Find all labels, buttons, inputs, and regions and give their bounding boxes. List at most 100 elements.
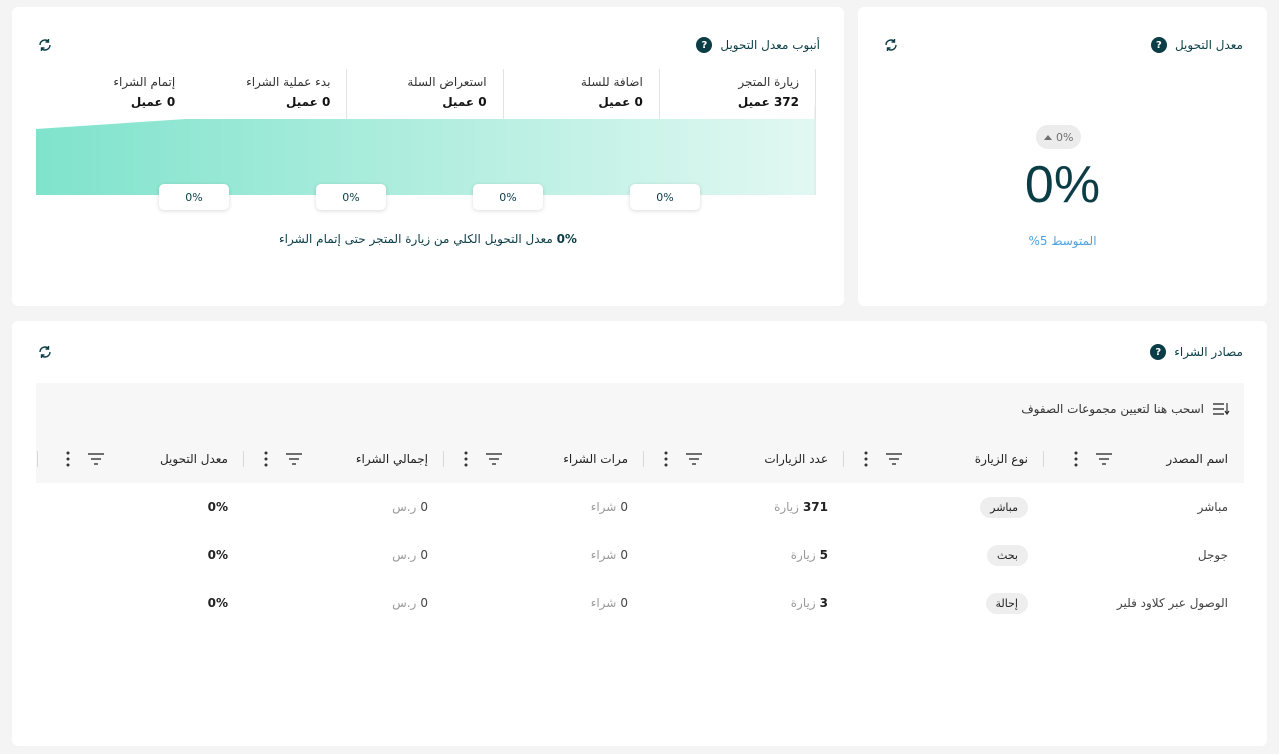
purchases-value: 0 [620,500,628,514]
stage-value: 0 عميل [130,95,176,109]
visit-type-chip: إحالة [985,592,1028,614]
column-divider[interactable] [37,451,38,467]
filter-icon[interactable] [286,452,302,466]
rate-value: 0% [207,596,228,610]
funnel-stage: إتمام الشراء 0 عميل [36,69,191,119]
stage-value: 0 عميل [598,95,643,109]
filter-icon[interactable] [686,452,702,466]
rate-value: 0% [207,500,228,514]
type-cell: مباشر [980,483,1028,531]
column-menu-icon[interactable] [1074,451,1078,467]
delta-badge: 0% [1036,125,1082,149]
help-icon[interactable]: ? [1150,37,1167,53]
filter-icon[interactable] [1096,452,1112,466]
funnel-shape [36,113,816,195]
total-value: 0 [420,596,428,610]
sources-table: اسحب هنا لتعيين مجموعات الصفوف اسم المصد… [36,383,1244,627]
total-cell: 0 ر.س [392,531,428,579]
delta-value: 0% [1056,130,1074,144]
stage-value: 0 عميل [442,95,487,109]
column-menu-icon[interactable] [264,451,268,467]
stage-value: 0 عميل [286,95,331,109]
card-title-label: معدل التحويل [1174,38,1243,52]
row-group-dropzone[interactable]: اسحب هنا لتعيين مجموعات الصفوف [36,383,1244,435]
funnel-title: أنبوب معدل التحويل ? [696,37,820,53]
funnel-card: أنبوب معدل التحويل ? إتمام الشراء 0 عميل… [12,7,844,306]
total-cell: 0 ر.س [392,579,428,627]
purchases-value: 0 [620,596,628,610]
refresh-icon[interactable] [36,36,54,54]
table-row[interactable]: جوجل بحث 5 زيارة 0 شراء 0 ر.س 0% [36,531,1244,579]
column-header-purchases[interactable]: مرات الشراء [444,435,644,483]
type-cell: إحالة [985,579,1028,627]
funnel-chart [36,107,816,195]
column-label: معدل التحويل [159,452,228,466]
conversion-rate-title: معدل التحويل ? [1150,37,1243,53]
total-value: 0 [420,548,428,562]
column-menu-icon[interactable] [66,451,70,467]
table-row[interactable]: الوصول عبر كلاود فلير إحالة 3 زيارة 0 شراء… [36,579,1244,627]
rate-cell: 0% [208,483,228,531]
stage-value: 372 عميل [737,95,800,109]
visits-value: 5 [819,548,828,562]
step-rate-box: 0% [473,184,543,210]
summary-value: 0% [556,232,577,246]
total-value: 0 [420,500,428,514]
type-cell: بحث [987,531,1028,579]
purchases-unit: شراء [590,596,617,610]
visits-cell: 5 زيارة [791,531,828,579]
currency-unit: ر.س [392,596,417,610]
purchases-cell: 0 شراء [591,483,628,531]
column-label: إجمالي الشراء [355,452,428,466]
visits-value: 3 [819,596,828,610]
filter-icon[interactable] [486,452,502,466]
refresh-icon[interactable] [882,36,900,54]
rate-value: 0% [207,548,228,562]
table-row[interactable]: مباشر مباشر 371 زيارة 0 شراء 0 ر.س 0% [36,483,1244,531]
currency-unit: ر.س [392,548,417,562]
column-menu-icon[interactable] [664,451,668,467]
source-name: مباشر [1197,500,1228,514]
visits-cell: 3 زيارة [791,579,828,627]
source-name: الوصول عبر كلاود فلير [1116,596,1228,610]
help-icon[interactable]: ? [1150,344,1167,360]
group-rows-icon [1213,403,1230,416]
funnel-stage: اضافة للسلة 0 عميل [504,69,660,119]
source-cell: مباشر [1198,483,1228,531]
column-header-rate[interactable]: معدل التحويل [44,435,244,483]
column-menu-icon[interactable] [464,451,468,467]
filter-icon[interactable] [88,452,104,466]
column-header-type[interactable]: نوع الزيارة [844,435,1044,483]
source-name: جوجل [1197,548,1228,562]
summary-text: معدل التحويل الكلي من زيارة المتجر حتى إ… [279,232,553,246]
column-label: عدد الزيارات [764,452,828,466]
visits-unit: زيارة [790,596,816,610]
column-header-source[interactable]: اسم المصدر [1044,435,1244,483]
kpi-value: 0% [1024,156,1101,214]
currency-unit: ر.س [392,500,417,514]
column-label: اسم المصدر [1166,452,1228,466]
column-label: نوع الزيارة [974,452,1028,466]
card-title-label: أنبوب معدل التحويل [720,38,820,52]
funnel-stages: إتمام الشراء 0 عميل بدء عملية الشراء 0 ع… [36,69,817,119]
purchases-unit: شراء [590,500,617,514]
visit-type-chip: بحث [987,544,1028,566]
column-menu-icon[interactable] [864,451,868,467]
filter-icon[interactable] [886,452,902,466]
funnel-summary: 0% معدل التحويل الكلي من زيارة المتجر حت… [12,232,844,246]
help-icon[interactable]: ? [696,37,713,53]
card-title-label: مصادر الشراء [1174,345,1243,359]
column-header-visits[interactable]: عدد الزيارات [644,435,844,483]
visit-type-chip: مباشر [980,496,1028,518]
source-cell: جوجل [1198,531,1228,579]
step-rate-box: 0% [316,184,386,210]
visits-unit: زيارة [790,548,816,562]
stage-name: استعراض السلة [407,75,487,89]
source-cell: الوصول عبر كلاود فلير [1117,579,1228,627]
refresh-icon[interactable] [36,343,54,361]
step-rate-box: 0% [630,184,700,210]
stage-name: بدء عملية الشراء [246,75,331,89]
average-label: المتوسط 5% [1028,234,1097,248]
purchases-cell: 0 شراء [591,579,628,627]
column-header-total[interactable]: إجمالي الشراء [244,435,444,483]
